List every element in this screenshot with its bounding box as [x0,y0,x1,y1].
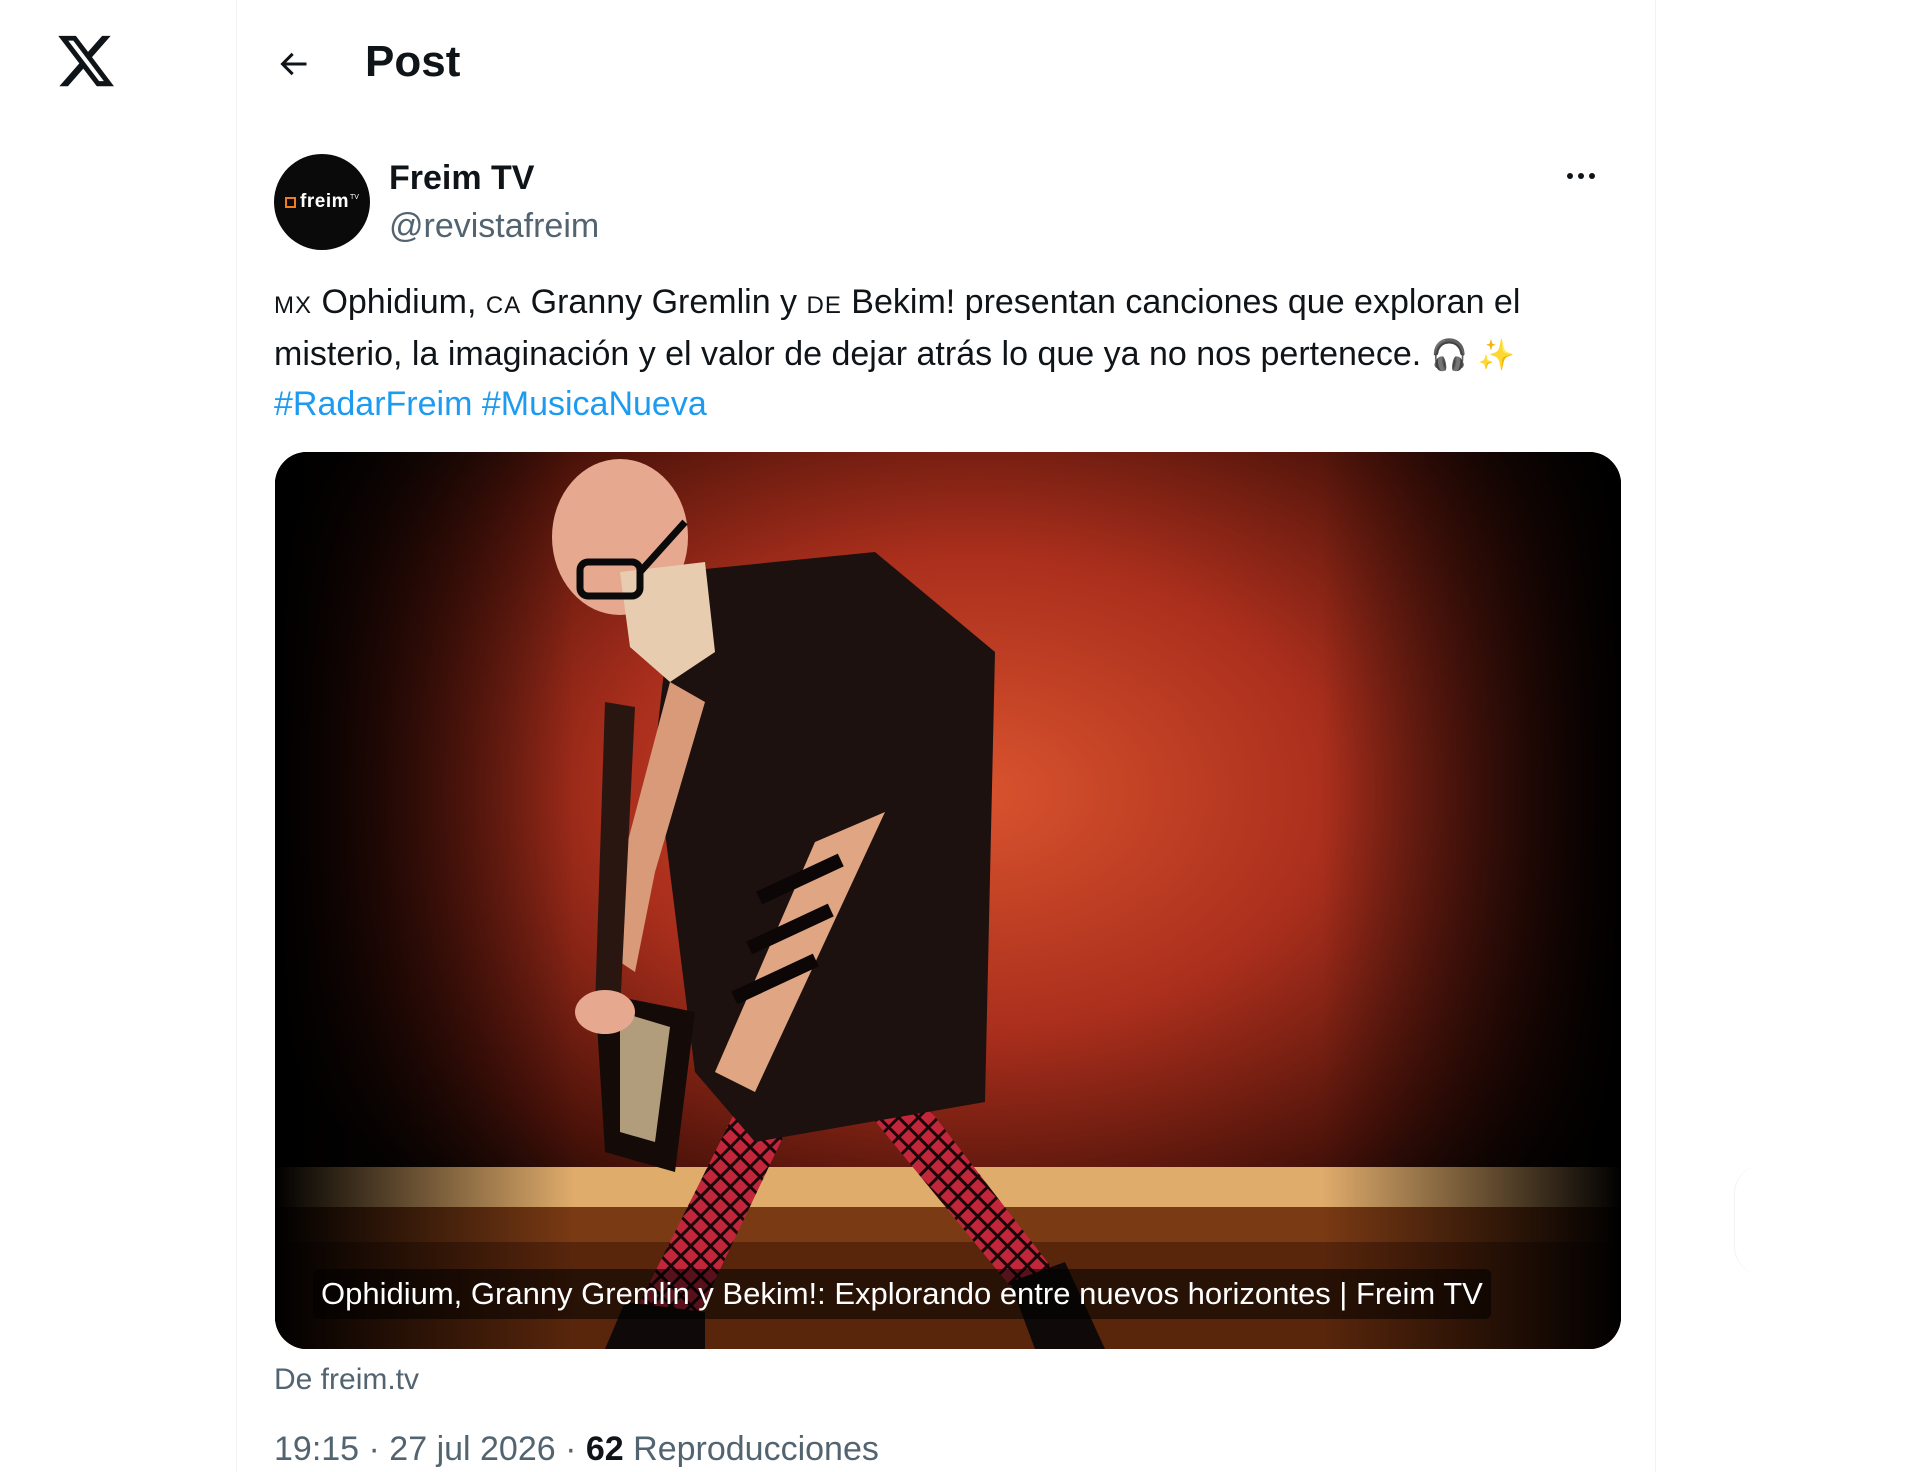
avatar[interactable]: freim TV [274,154,370,250]
sidebar-widget-edge [1734,1164,1795,1276]
post-timestamp[interactable]: 19:15 · 27 jul 2026 · [274,1430,586,1468]
x-logo-icon[interactable] [55,30,117,92]
views-count: 62 [585,1430,624,1468]
more-options-button[interactable] [1555,150,1607,202]
flag-mx: MX [274,292,312,319]
views-label: Reproducciones [623,1430,879,1468]
page-header: Post [237,0,1655,120]
hashtag-link[interactable]: #MusicaNueva [482,385,707,423]
more-dot-icon [1578,173,1584,179]
author-name[interactable]: Freim TV [389,158,534,198]
sparkles-icon: ✨ [1477,338,1515,373]
main-column: Post freim TV Freim TV @revistafreim MX … [236,0,1656,1472]
page-title: Post [365,37,461,86]
avatar-logo-text: freim [300,191,349,212]
back-button[interactable] [267,38,319,90]
flag-de: DE [806,292,842,319]
headphones-icon: 🎧 [1430,338,1468,373]
flag-ca: CA [485,292,522,319]
text-segment: Ophidium, [312,283,486,321]
link-source[interactable]: De freim.tv [274,1362,419,1398]
more-dot-icon [1589,173,1595,179]
media-image [275,452,1621,1349]
text-segment: Granny Gremlin y [521,283,807,321]
left-nav [0,0,236,1472]
post-text: MX Ophidium, CA Granny Gremlin y DE Beki… [274,278,1619,428]
link-card-title: Ophidium, Granny Gremlin y Bekim!: Explo… [313,1269,1491,1319]
arrow-left-icon [280,52,307,76]
avatar-logo-mark [285,196,297,208]
author-handle[interactable]: @revistafreim [389,206,599,246]
hashtag-link[interactable]: #RadarFreim [274,385,472,423]
more-dot-icon [1567,173,1573,179]
avatar-logo-sup: TV [350,193,359,201]
post-metadata: 19:15 · 27 jul 2026 · 62 Reproducciones [274,1428,879,1470]
link-card[interactable]: Ophidium, Granny Gremlin y Bekim!: Explo… [275,452,1621,1349]
